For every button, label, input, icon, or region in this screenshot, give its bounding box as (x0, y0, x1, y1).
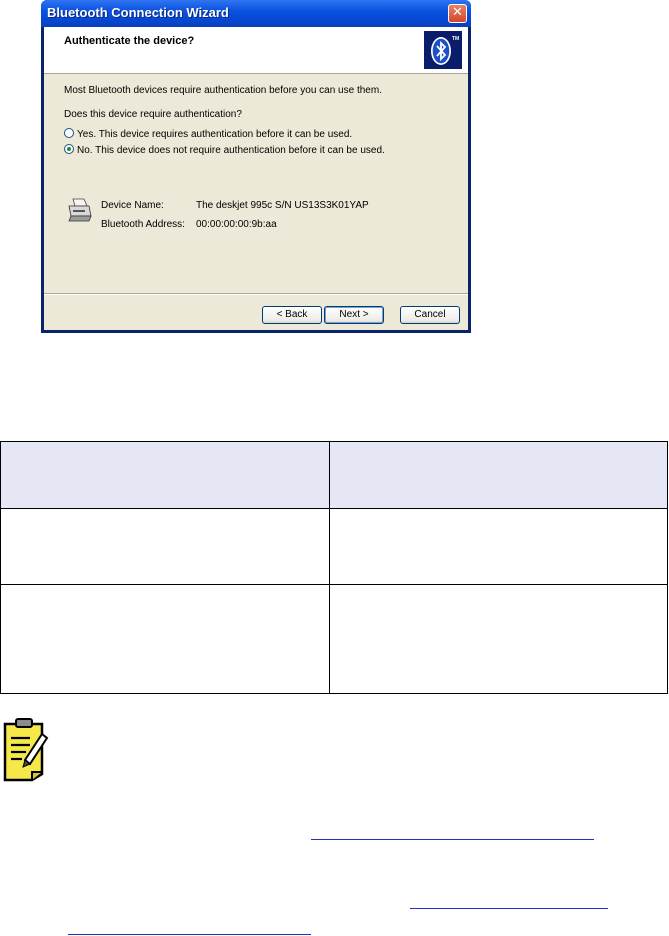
table-cell (0, 584, 330, 694)
radio-label-no: No. This device does not require authent… (77, 145, 385, 156)
table-header-cell (0, 441, 330, 509)
intro-text: Most Bluetooth devices require authentic… (64, 85, 382, 96)
radio-option-no[interactable]: No. This device does not require authent… (64, 140, 385, 156)
next-button[interactable]: Next > (324, 306, 384, 324)
radio-option-yes[interactable]: Yes. This device requires authentication… (64, 124, 353, 140)
note-icon (3, 718, 49, 782)
window-title: Bluetooth Connection Wizard (47, 5, 229, 20)
button-separator (44, 293, 468, 295)
radio-label-yes: Yes. This device requires authentication… (77, 129, 353, 140)
table-cell (0, 508, 330, 585)
device-name-label: Device Name: (101, 200, 164, 211)
back-button[interactable]: < Back (262, 306, 322, 324)
wizard-body: Authenticate the device? TM Most Bluetoo… (44, 27, 468, 330)
radio-button-no[interactable] (64, 144, 74, 154)
bluetooth-wizard-window: Bluetooth Connection Wizard ✕ Authentica… (41, 0, 471, 333)
close-icon: ✕ (452, 5, 463, 20)
table-cell (329, 584, 668, 694)
bluetooth-logo: TM (424, 31, 462, 69)
close-button[interactable]: ✕ (448, 4, 467, 23)
table-row (0, 508, 668, 585)
bluetooth-icon: TM (431, 36, 459, 65)
hyperlink[interactable] (410, 908, 608, 909)
bluetooth-address-label: Bluetooth Address: (101, 219, 185, 230)
printer-icon (68, 198, 92, 222)
hyperlink[interactable] (311, 839, 594, 840)
page-title: Authenticate the device? (64, 35, 195, 47)
bluetooth-address-value: 00:00:00:00:9b:aa (196, 219, 277, 230)
table-cell (329, 508, 668, 585)
table-header-row (0, 441, 668, 509)
hyperlink[interactable] (68, 934, 311, 935)
title-bar[interactable]: Bluetooth Connection Wizard ✕ (41, 0, 471, 27)
question-text: Does this device require authentication? (64, 109, 242, 120)
wizard-header: Authenticate the device? TM (44, 27, 468, 74)
info-table (0, 441, 668, 694)
trademark-mark: TM (452, 36, 459, 42)
radio-button-yes[interactable] (64, 128, 74, 138)
table-row (0, 584, 668, 694)
table-header-cell (329, 441, 668, 509)
device-name-value: The deskjet 995c S/N US13S3K01YAP (196, 200, 369, 211)
cancel-button[interactable]: Cancel (400, 306, 460, 324)
